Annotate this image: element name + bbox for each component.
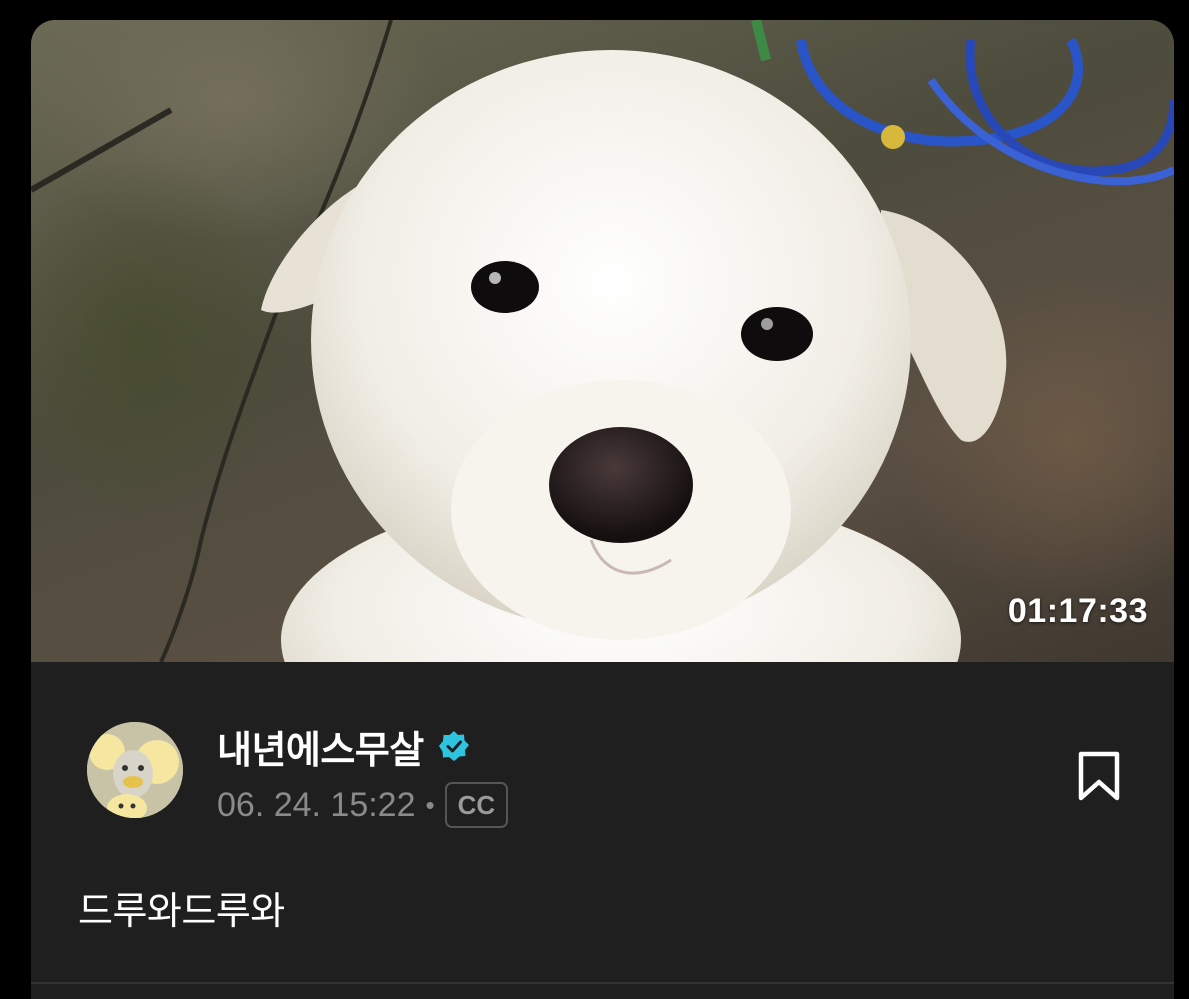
post-meta: 내년에스무살 06. 24. 15:22 • CC 드루와드루와 [31, 662, 1174, 999]
bookmark-button[interactable] [1075, 750, 1123, 802]
channel-row: 내년에스무살 [217, 720, 470, 772]
bookmark-icon [1078, 751, 1120, 801]
post-info-row: 06. 24. 15:22 • CC [217, 780, 509, 830]
duck-avatar-icon [87, 722, 183, 818]
post-caption: 드루와드루와 [78, 889, 285, 933]
channel-avatar[interactable] [87, 722, 183, 818]
separator-dot: • [425, 789, 435, 820]
verified-badge-icon [438, 730, 470, 762]
video-duration: 01:17:33 [1007, 592, 1148, 630]
channel-name[interactable]: 내년에스무살 [217, 719, 424, 774]
post-date: 06. 24. 15:22 [217, 785, 416, 824]
puppy-image [31, 20, 1174, 662]
divider [31, 982, 1174, 984]
video-post-card: 01:17:33 내년에스무살 06. 24. 15:22 • CC 드루와드루… [31, 20, 1174, 999]
cc-badge: CC [444, 782, 509, 828]
video-thumbnail[interactable]: 01:17:33 [31, 20, 1174, 662]
